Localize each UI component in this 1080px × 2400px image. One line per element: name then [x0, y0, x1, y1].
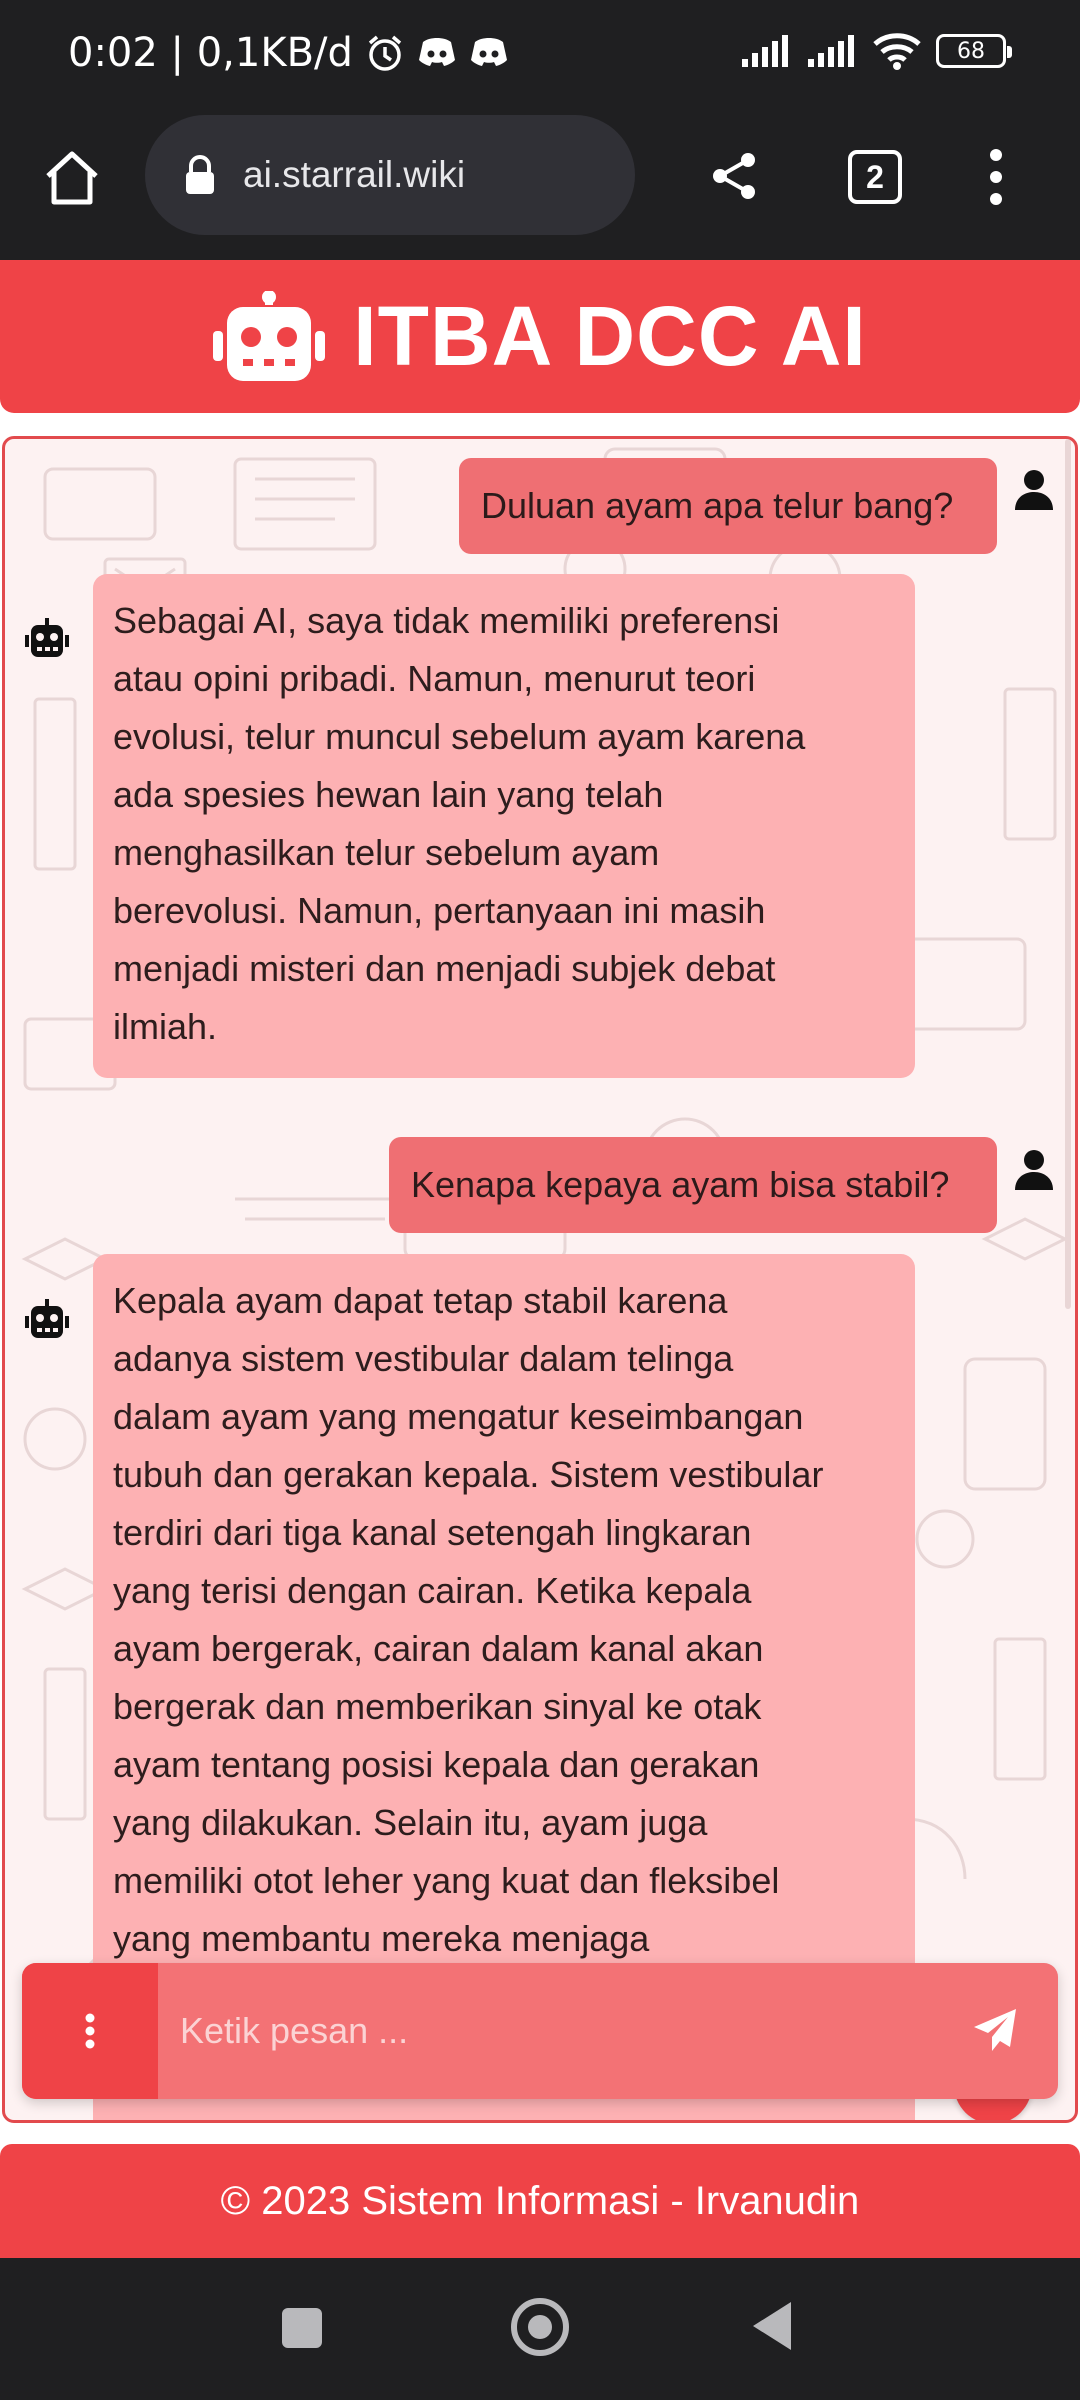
message-line: yang terisi dengan cairan. Ketika kepala — [113, 1570, 752, 1611]
status-time-speed: 0:02 | 0,1KB/d — [68, 30, 353, 76]
message-line: terdiri dari tiga kanal setengah lingkar… — [113, 1512, 752, 1553]
app-header: ITBA DCC AI — [0, 260, 1080, 413]
home-button[interactable] — [511, 2298, 569, 2356]
message-line: ayam tentang posisi kepala dan gerakan — [113, 1744, 760, 1785]
share-icon[interactable] — [708, 150, 760, 202]
user-icon — [1015, 1150, 1053, 1190]
robot-icon — [213, 290, 326, 381]
back-button[interactable] — [753, 2302, 791, 2350]
status-left: 0:02 | 0,1KB/d — [68, 30, 509, 76]
bot-message: Sebagai AI, saya tidak memiliki preferen… — [93, 574, 915, 1078]
robot-icon — [25, 1299, 69, 1338]
status-bar: 0:02 | 0,1KB/d 68 — [0, 0, 1080, 115]
footer-text: © 2023 Sistem Informasi - Irvanudin — [220, 2178, 860, 2223]
message-line: ayam bergerak, cairan dalam kanal akan — [113, 1628, 764, 1669]
paper-plane-icon[interactable] — [972, 2007, 1018, 2053]
user-message: Kenapa kepaya ayam bisa stabil? — [389, 1137, 997, 1233]
message-text: Duluan ayam apa telur bang? — [481, 485, 954, 526]
message-input[interactable] — [158, 1963, 918, 2099]
browser-toolbar: ai.starrail.wiki 2 — [0, 115, 1080, 260]
alarm-icon — [368, 35, 402, 71]
message-text: Kenapa kepaya ayam bisa stabil? — [411, 1164, 950, 1205]
more-vertical-icon — [85, 2013, 95, 2049]
address-bar[interactable]: ai.starrail.wiki — [145, 115, 635, 235]
discord-icon — [418, 38, 455, 66]
message-line: adanya sistem vestibular dalam telinga — [113, 1338, 734, 1379]
page-footer: © 2023 Sistem Informasi - Irvanudin — [0, 2144, 1080, 2258]
message-line: ilmiah. — [113, 1006, 218, 1047]
recents-button[interactable] — [282, 2308, 322, 2348]
composer-menu-button[interactable] — [22, 1963, 158, 2099]
user-message: Duluan ayam apa telur bang? — [459, 458, 997, 554]
signal-icon — [742, 35, 788, 67]
lock-icon — [186, 155, 214, 194]
battery-level: 68 — [957, 38, 985, 64]
message-line: evolusi, telur muncul sebelum ayam karen… — [113, 716, 806, 757]
robot-icon — [25, 618, 69, 657]
message-line: yang membantu mereka menjaga — [113, 1918, 650, 1959]
url-text: ai.starrail.wiki — [243, 154, 466, 195]
more-vertical-icon[interactable] — [983, 147, 1009, 207]
message-line: ada spesies hewan lain yang telah — [113, 774, 664, 815]
message-list[interactable]: Duluan ayam apa telur bang? Sebagai AI, … — [5, 439, 1075, 2120]
signal-icon — [808, 35, 854, 67]
message-line: berevolusi. Namun, pertanyaan ini masih — [113, 890, 766, 931]
message-line: memiliki otot leher yang kuat dan fleksi… — [113, 1860, 780, 1901]
system-navigation-bar — [0, 2258, 1080, 2400]
message-line: dalam ayam yang mengatur keseimbangan — [113, 1396, 804, 1437]
message-composer — [22, 1963, 1058, 2099]
app-title: ITBA DCC AI — [353, 289, 867, 383]
home-icon[interactable] — [40, 146, 104, 210]
message-line: yang dilakukan. Selain itu, ayam juga — [113, 1802, 708, 1843]
message-line: Kepala ayam dapat tetap stabil karena — [113, 1280, 728, 1321]
message-line: menghasilkan telur sebelum ayam — [113, 832, 660, 873]
tab-switcher-button[interactable]: 2 — [848, 150, 902, 204]
battery-indicator: 68 — [936, 34, 1012, 68]
message-line: bergerak dan memberikan sinyal ke otak — [113, 1686, 762, 1727]
message-line: menjadi misteri dan menjadi subjek debat — [113, 948, 776, 989]
message-line: atau opini pribadi. Namun, menurut teori — [113, 658, 756, 699]
user-icon — [1015, 470, 1053, 510]
message-line: tubuh dan gerakan kepala. Sistem vestibu… — [113, 1454, 824, 1495]
tab-count: 2 — [866, 158, 884, 195]
chat-panel[interactable]: Duluan ayam apa telur bang? Sebagai AI, … — [2, 436, 1078, 2123]
wifi-icon — [873, 33, 921, 70]
web-page: ITBA DCC AI Duluan ayam apa telur bang? … — [0, 260, 1080, 2258]
status-right: 68 — [740, 32, 1012, 70]
discord-icon — [470, 38, 507, 66]
message-line: Sebagai AI, saya tidak memiliki preferen… — [113, 600, 780, 641]
